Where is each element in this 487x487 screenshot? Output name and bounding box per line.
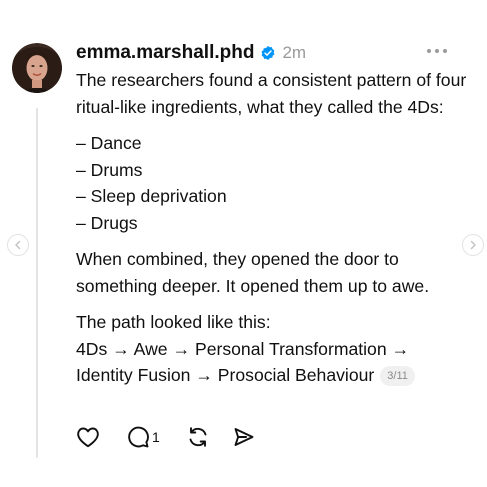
post-paragraph: The researchers found a consistent patte… — [76, 70, 467, 117]
post-paragraph: The path looked like this: — [76, 312, 271, 332]
chevron-left-icon — [15, 240, 21, 250]
page-indicator-badge: 3/11 — [380, 366, 415, 386]
post-paragraph: When combined, they opened the door to s… — [76, 249, 430, 296]
repost-button[interactable] — [186, 424, 210, 450]
list-item: – Sleep deprivation — [76, 186, 227, 206]
post-timestamp: 2m — [282, 43, 307, 62]
username[interactable]: emma.marshall.phd — [76, 42, 254, 64]
post-paragraph-with-pager: Identity Fusion → Prosocial Behaviour 3/1… — [76, 362, 476, 389]
previous-button[interactable] — [7, 234, 29, 256]
next-button[interactable] — [462, 234, 484, 256]
reply-button[interactable]: 1 — [126, 424, 160, 450]
repost-icon — [189, 427, 207, 447]
send-icon — [234, 428, 254, 446]
comment-icon — [128, 426, 149, 448]
verified-badge-icon — [261, 46, 275, 60]
heart-icon — [77, 427, 99, 448]
avatar-image — [12, 43, 62, 93]
post-paragraph: Identity Fusion → Prosocial Behaviour — [76, 365, 375, 385]
thread-line — [36, 108, 38, 458]
list-item: – Drums — [76, 159, 143, 180]
avatar[interactable] — [12, 43, 62, 93]
reply-count: 1 — [152, 429, 160, 445]
more-options-icon[interactable] — [426, 46, 448, 56]
post-body: The researchers found a consistent patte… — [76, 67, 476, 389]
list-item: – Drugs — [76, 212, 138, 233]
chevron-right-icon — [470, 240, 476, 250]
post-header: emma.marshall.phd 2m — [76, 41, 306, 65]
post-paragraph: 4Ds → Awe → Personal Transformation → — [76, 338, 410, 359]
share-button[interactable] — [232, 424, 256, 450]
like-button[interactable] — [76, 424, 100, 450]
action-bar: 1 — [76, 424, 256, 450]
list-item: – Dance — [76, 133, 142, 153]
